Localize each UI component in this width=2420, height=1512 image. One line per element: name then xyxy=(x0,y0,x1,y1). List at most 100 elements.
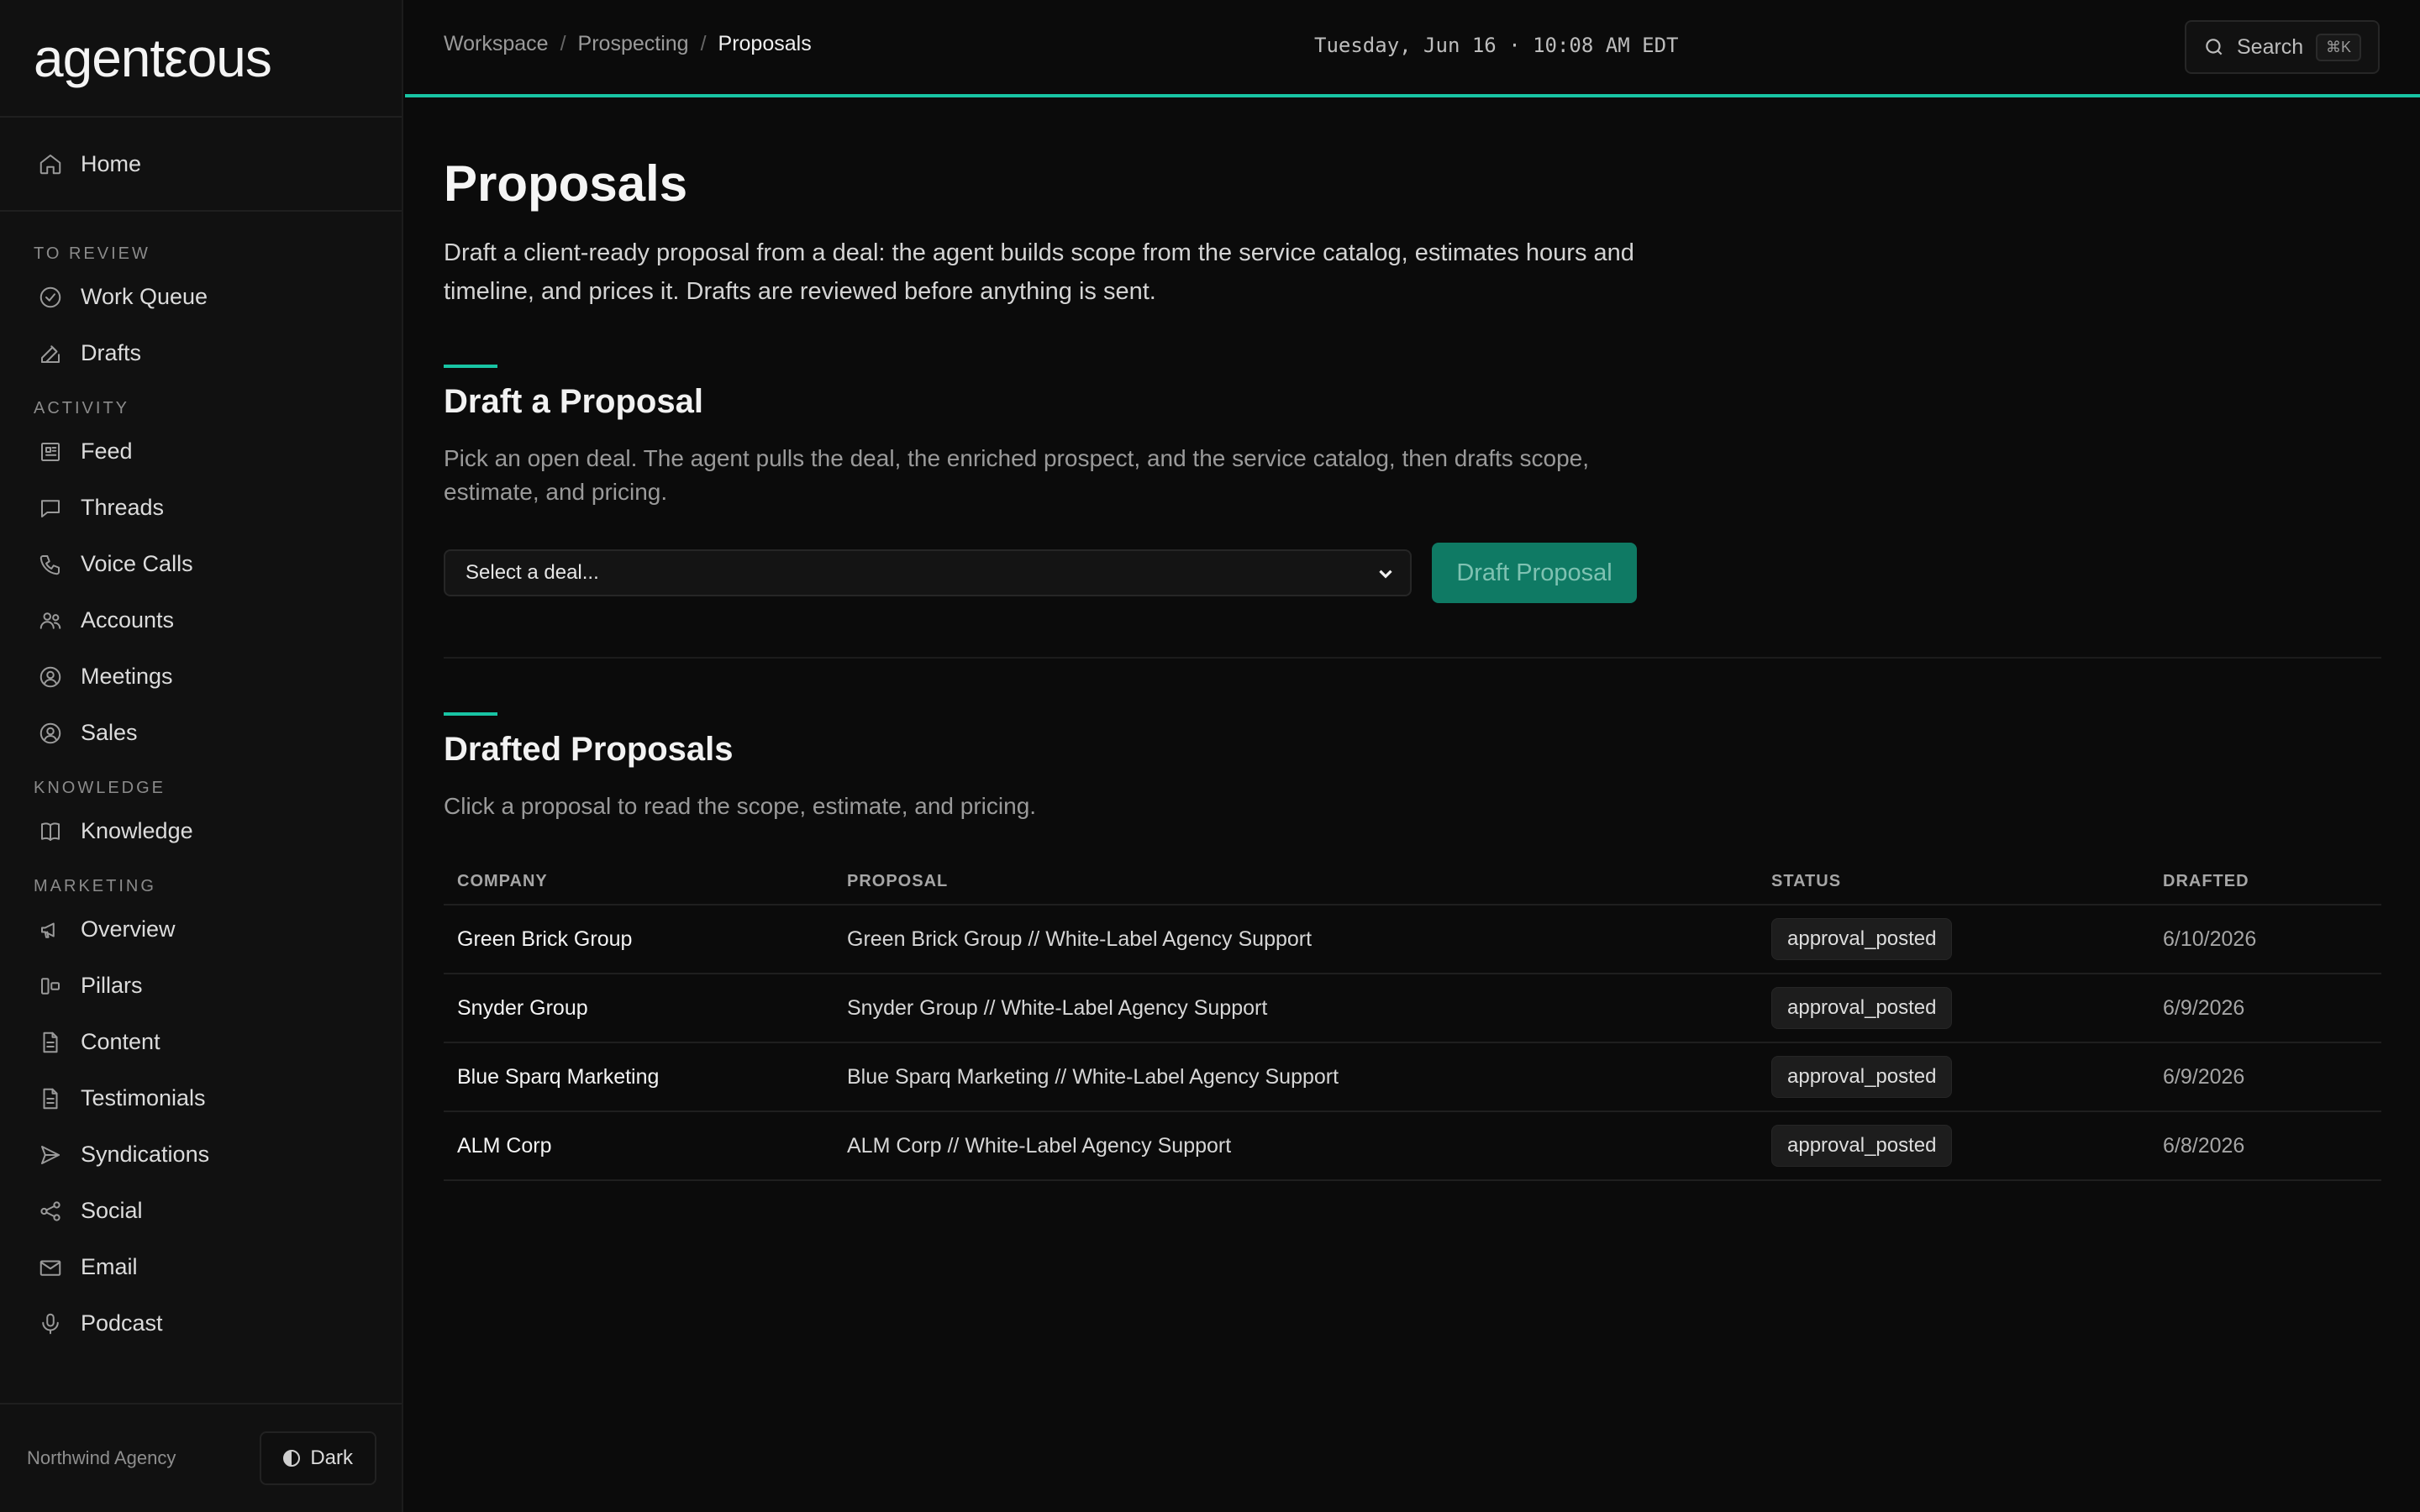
page-description: Draft a client-ready proposal from a dea… xyxy=(444,239,1634,305)
sidebar-item-label: Testimonials xyxy=(81,1085,206,1110)
breadcrumb-prospecting[interactable]: Prospecting xyxy=(578,32,689,56)
draft-proposal-button[interactable]: Draft Proposal xyxy=(1432,543,1637,603)
sidebar-item-label: Podcast xyxy=(81,1310,163,1336)
sidebar-section-label: TO REVIEW xyxy=(34,244,150,263)
table-header: COMPANY PROPOSAL STATUS DRAFTED xyxy=(444,858,2381,906)
document-icon xyxy=(37,1029,64,1056)
sidebar-section-label: MARKETING xyxy=(34,877,156,895)
home-section: Home xyxy=(0,118,402,212)
cell-proposal: Blue Sparq Marketing // White-Label Agen… xyxy=(847,1064,1339,1089)
breadcrumb-separator: / xyxy=(700,32,707,55)
theme-toggle-button[interactable]: Dark xyxy=(260,1431,376,1485)
breadcrumb: Workspace / Prospecting / Proposals xyxy=(444,32,812,56)
search-icon xyxy=(2206,39,2223,55)
draft-section-title: Draft a Proposal xyxy=(444,383,703,420)
sidebar-item-pillars[interactable]: Pillars xyxy=(0,958,402,1014)
table-row[interactable]: Green Brick Group Green Brick Group // Wh… xyxy=(444,906,2381,974)
sidebar-item-sales[interactable]: Sales xyxy=(0,705,402,761)
sidebar-item-content[interactable]: Content xyxy=(0,1014,402,1070)
sidebar-section-label: KNOWLEDGE xyxy=(34,779,166,797)
send-icon xyxy=(37,1142,64,1168)
cell-status: approval_posted xyxy=(1771,1056,2163,1098)
status-badge: approval_posted xyxy=(1771,987,1953,1029)
breadcrumb-workspace[interactable]: Workspace xyxy=(444,32,549,56)
chevron-down-icon xyxy=(1375,563,1397,585)
sidebar-item-feed[interactable]: Feed xyxy=(0,423,402,480)
logo-area: agentεous xyxy=(0,0,402,118)
app-logo[interactable]: agentεous xyxy=(34,27,272,89)
draft-section-subtitle: Pick an open deal. The agent pulls the d… xyxy=(444,445,1590,505)
sidebar-item-email[interactable]: Email xyxy=(0,1239,402,1295)
search-label: Search xyxy=(2237,34,2304,59)
column-header-proposal[interactable]: PROPOSAL xyxy=(847,872,1771,891)
cell-company: Snyder Group xyxy=(457,995,588,1020)
share-icon xyxy=(37,1198,64,1225)
deal-select[interactable]: Select a deal... xyxy=(444,549,1412,596)
sidebar-item-label: Home xyxy=(81,150,142,176)
newspaper-icon xyxy=(37,438,64,465)
sidebar-item-social[interactable]: Social xyxy=(0,1183,402,1239)
section-divider xyxy=(444,657,2381,659)
sidebar-item-home[interactable]: Home xyxy=(0,136,402,192)
search-button[interactable]: Search ⌘K xyxy=(2185,20,2380,74)
table-row[interactable]: ALM Corp ALM Corp // White-Label Agency S… xyxy=(444,1112,2381,1181)
sidebar-item-label: Pillars xyxy=(81,973,143,998)
sidebar-item-knowledge[interactable]: Knowledge xyxy=(0,803,402,859)
status-badge: approval_posted xyxy=(1771,1056,1953,1098)
microphone-icon xyxy=(37,1310,64,1337)
sidebar-item-label: Work Queue xyxy=(81,284,208,309)
book-icon xyxy=(37,818,64,845)
deal-select-value: Select a deal... xyxy=(466,561,599,584)
column-header-status[interactable]: STATUS xyxy=(1771,872,2163,891)
user-circle-icon xyxy=(37,720,64,747)
status-badge: approval_posted xyxy=(1771,1125,1953,1167)
sidebar-item-threads[interactable]: Threads xyxy=(0,480,402,536)
columns-icon xyxy=(37,973,64,1000)
section-accent-bar xyxy=(444,365,497,368)
user-circle-icon xyxy=(37,664,64,690)
proposals-table: COMPANY PROPOSAL STATUS DRAFTED Green Br… xyxy=(444,858,2381,1181)
sidebar-nav: TO REVIEW Work Queue Drafts ACTIVITY Feed Thr… xyxy=(0,212,402,1352)
cell-proposal: ALM Corp // White-Label Agency Support xyxy=(847,1133,1232,1158)
mail-icon xyxy=(37,1254,64,1281)
sidebar-item-work-queue[interactable]: Work Queue xyxy=(0,269,402,325)
check-circle-icon xyxy=(37,284,64,311)
edit-icon xyxy=(37,340,64,367)
sidebar-item-voice-calls[interactable]: Voice Calls xyxy=(0,536,402,592)
column-header-company[interactable]: COMPANY xyxy=(444,872,847,891)
sidebar-item-accounts[interactable]: Accounts xyxy=(0,592,402,648)
table-row[interactable]: Snyder Group Snyder Group // White-Label … xyxy=(444,974,2381,1043)
sidebar-item-label: Feed xyxy=(81,438,133,464)
sidebar: agentεous Home TO REVIEW Work Queue Drafts… xyxy=(0,0,403,1512)
sidebar-item-label: Content xyxy=(81,1029,160,1054)
phone-icon xyxy=(37,551,64,578)
sidebar-item-label: Knowledge xyxy=(81,818,193,843)
sidebar-item-meetings[interactable]: Meetings xyxy=(0,648,402,705)
table-row[interactable]: Blue Sparq Marketing Blue Sparq Marketing… xyxy=(444,1043,2381,1112)
contrast-icon xyxy=(283,1450,301,1467)
home-icon xyxy=(37,150,64,177)
breadcrumb-separator: / xyxy=(560,32,566,55)
sidebar-item-drafts[interactable]: Drafts xyxy=(0,325,402,381)
top-header: Workspace / Prospecting / Proposals Tues… xyxy=(405,0,2420,97)
sidebar-section-label: ACTIVITY xyxy=(34,399,130,417)
sidebar-item-syndications[interactable]: Syndications xyxy=(0,1126,402,1183)
cell-proposal: Green Brick Group // White-Label Agency … xyxy=(847,927,1313,951)
sidebar-item-podcast[interactable]: Podcast xyxy=(0,1295,402,1352)
document-icon xyxy=(37,1085,64,1112)
search-shortcut: ⌘K xyxy=(2315,33,2361,61)
section-accent-bar xyxy=(444,712,497,716)
cell-company: Blue Sparq Marketing xyxy=(457,1064,660,1089)
status-badge: approval_posted xyxy=(1771,918,1953,960)
sidebar-item-label: Social xyxy=(81,1198,143,1223)
sidebar-item-overview[interactable]: Overview xyxy=(0,901,402,958)
sidebar-item-label: Accounts xyxy=(81,607,175,633)
column-header-drafted[interactable]: DRAFTED xyxy=(2163,872,2381,891)
sidebar-item-testimonials[interactable]: Testimonials xyxy=(0,1070,402,1126)
sidebar-item-label: Sales xyxy=(81,720,138,745)
cell-drafted: 6/9/2026 xyxy=(2163,995,2245,1020)
sidebar-item-label: Voice Calls xyxy=(81,551,193,576)
cell-status: approval_posted xyxy=(1771,1125,2163,1167)
chat-bubble-icon xyxy=(37,495,64,522)
cell-status: approval_posted xyxy=(1771,987,2163,1029)
